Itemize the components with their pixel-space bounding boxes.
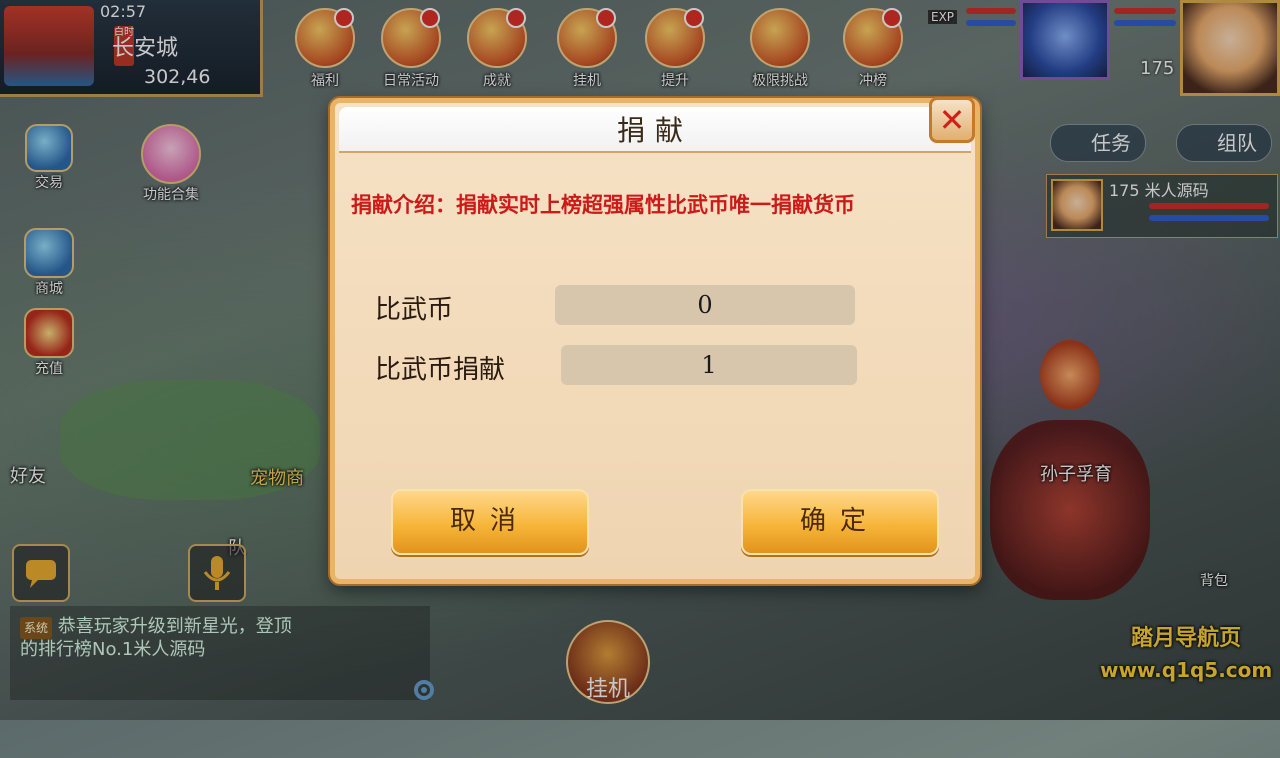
confirm-button-label: 确定 <box>799 506 880 536</box>
dialog-header: 捐献 <box>339 107 971 153</box>
donate-dialog: 捐献 ✕ 捐献介绍：捐献实时上榜超强属性比武币唯一捐献货币 比武币 0 比武币捐… <box>330 97 980 584</box>
coin-balance-label: 比武币 <box>375 295 454 325</box>
close-button[interactable]: ✕ <box>929 97 975 143</box>
donate-amount-input[interactable]: 1 <box>561 345 857 385</box>
close-icon: ✕ <box>938 101 966 139</box>
cancel-button[interactable]: 取消 <box>391 489 589 555</box>
donate-intro: 捐献介绍：捐献实时上榜超强属性比武币唯一捐献货币 <box>351 193 855 217</box>
confirm-button[interactable]: 确定 <box>741 489 939 555</box>
cancel-button-label: 取消 <box>449 506 530 536</box>
coin-balance-field: 0 <box>555 285 855 325</box>
dialog-title: 捐献 <box>616 114 693 147</box>
donate-amount-label: 比武币捐献 <box>375 355 506 385</box>
